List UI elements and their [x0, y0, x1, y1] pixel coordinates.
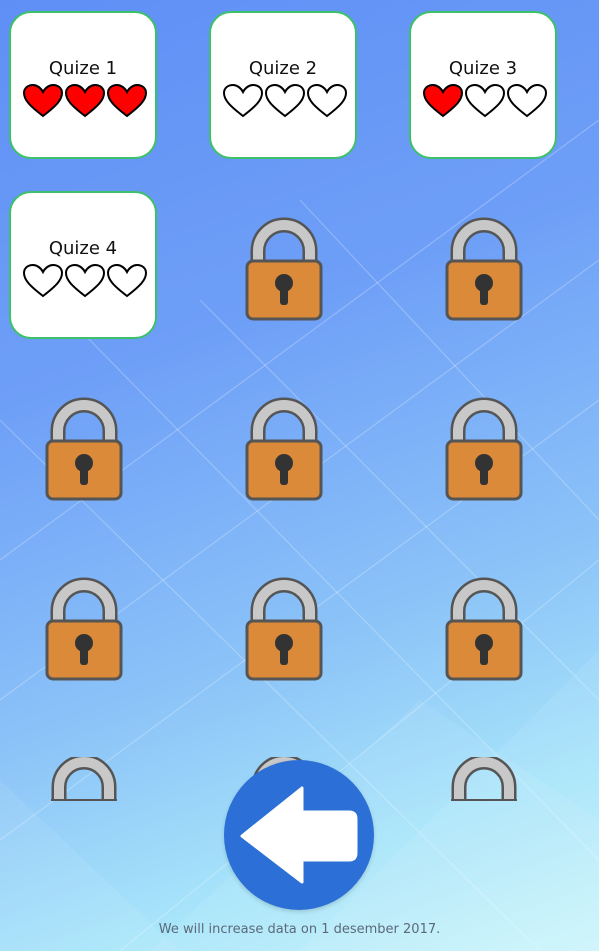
locked-level-10[interactable]: [44, 577, 124, 682]
quiz-hearts: [422, 83, 548, 119]
locked-level-6[interactable]: [444, 217, 524, 322]
heart-filled-icon: [422, 83, 464, 118]
quiz-title: Quize 4: [48, 238, 118, 259]
quiz-title: Quize 1: [48, 58, 118, 79]
heart-filled-icon: [22, 83, 64, 118]
heart-empty-icon: [506, 83, 548, 118]
locked-level-7[interactable]: [44, 397, 124, 502]
locked-level-13[interactable]: [51, 757, 117, 801]
padlock-icon: [44, 397, 124, 506]
heart-empty-icon: [64, 263, 106, 298]
heart-empty-icon: [464, 83, 506, 118]
quiz-card-4[interactable]: Quize 4: [9, 191, 157, 339]
quiz-title: Quize 2: [248, 58, 318, 79]
locked-level-12[interactable]: [444, 577, 524, 682]
heart-empty-icon: [106, 263, 148, 298]
padlock-icon: [51, 757, 117, 801]
padlock-icon: [444, 577, 524, 686]
heart-filled-icon: [64, 83, 106, 118]
back-button[interactable]: [224, 760, 374, 910]
locked-level-15[interactable]: [451, 757, 517, 801]
padlock-icon: [44, 577, 124, 686]
quiz-card-3[interactable]: Quize 3: [409, 11, 557, 159]
heart-empty-icon: [22, 263, 64, 298]
padlock-icon: [244, 217, 324, 326]
back-arrow-icon: [240, 786, 358, 884]
quiz-card-1[interactable]: Quize 1: [9, 11, 157, 159]
quiz-card-2[interactable]: Quize 2: [209, 11, 357, 159]
heart-empty-icon: [222, 83, 264, 118]
heart-empty-icon: [264, 83, 306, 118]
quiz-title: Quize 3: [448, 58, 518, 79]
padlock-icon: [244, 397, 324, 506]
footer-note: We will increase data on 1 desember 2017…: [158, 922, 441, 937]
heart-empty-icon: [306, 83, 348, 118]
quiz-hearts: [22, 83, 148, 119]
locked-level-9[interactable]: [444, 397, 524, 502]
locked-level-5[interactable]: [244, 217, 324, 322]
heart-filled-icon: [106, 83, 148, 118]
padlock-icon: [444, 217, 524, 326]
quiz-hearts: [22, 263, 148, 299]
quiz-hearts: [222, 83, 348, 119]
locked-level-11[interactable]: [244, 577, 324, 682]
padlock-icon: [451, 757, 517, 801]
padlock-icon: [444, 397, 524, 506]
padlock-icon: [244, 577, 324, 686]
locked-level-8[interactable]: [244, 397, 324, 502]
